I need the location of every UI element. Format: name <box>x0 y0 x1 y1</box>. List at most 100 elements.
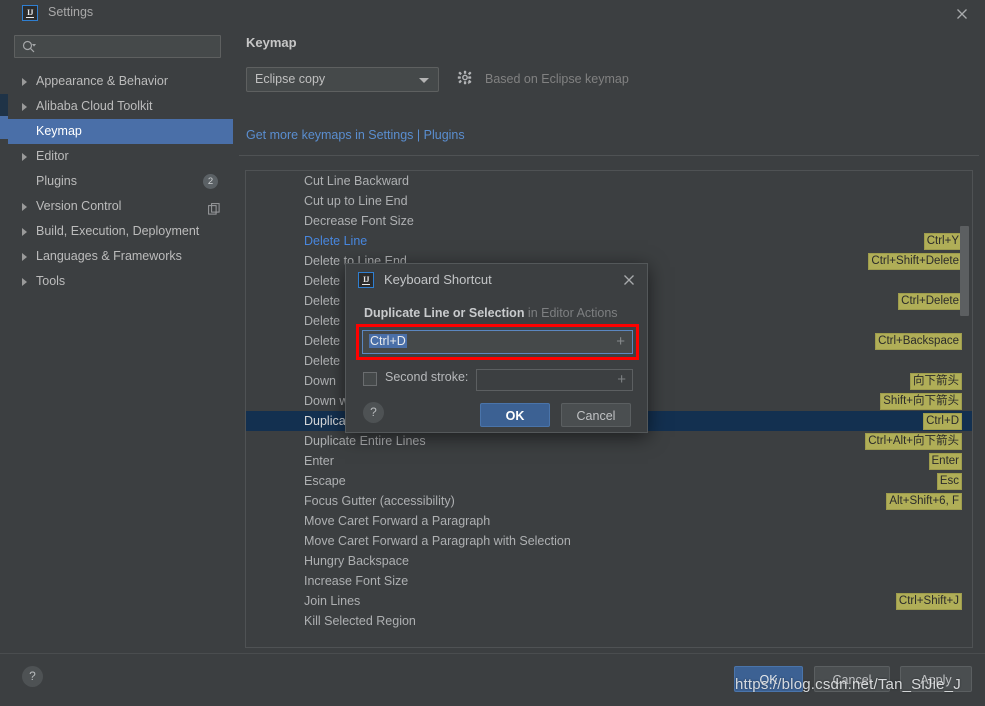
sidebar-item-label: Plugins <box>36 174 77 188</box>
chevron-right-icon <box>22 103 27 111</box>
sidebar-item-alibaba-cloud-toolkit[interactable]: Alibaba Cloud Toolkit <box>8 94 233 119</box>
table-row[interactable]: Join Lines Ctrl+Shift+J <box>246 591 972 611</box>
sidebar-item-plugins[interactable]: Plugins 2 <box>8 169 233 194</box>
add-stroke-icon[interactable]: + <box>616 333 625 350</box>
page-title: Keymap <box>246 35 297 50</box>
table-row[interactable]: Duplicate Entire Lines Ctrl+Alt+向下箭头 <box>246 431 972 451</box>
dialog-subject: Duplicate Line or Selection in Editor Ac… <box>364 306 618 320</box>
chevron-right-icon <box>22 153 27 161</box>
close-icon[interactable] <box>952 4 972 24</box>
chevron-right-icon <box>22 228 27 236</box>
dialog-ok-button[interactable]: OK <box>480 403 550 427</box>
shortcut-badge: Ctrl+D <box>923 413 962 430</box>
action-name: Cut Line Backward <box>304 174 409 188</box>
based-on-label: Based on Eclipse keymap <box>485 72 629 86</box>
section-divider <box>239 155 979 156</box>
table-row[interactable]: Focus Gutter (accessibility) Alt+Shift+6,… <box>246 491 972 511</box>
action-name: Delete <box>304 294 341 308</box>
action-name: Down <box>304 374 336 388</box>
chevron-down-icon <box>419 78 429 83</box>
sidebar-item-editor[interactable]: Editor <box>8 144 233 169</box>
action-name: Delete <box>304 274 341 288</box>
help-button[interactable]: ? <box>22 666 43 687</box>
action-name: Increase Font Size <box>304 574 409 588</box>
sidebar-item-keymap[interactable]: Keymap <box>8 119 233 144</box>
table-row[interactable]: Kill Selected Region <box>246 611 972 631</box>
sidebar-search-input[interactable] <box>14 35 221 58</box>
sidebar-item-languages-frameworks[interactable]: Languages & Frameworks <box>8 244 233 269</box>
shortcut-badge: Ctrl+Alt+向下箭头 <box>865 433 962 450</box>
keymap-select[interactable]: Eclipse copy <box>246 67 439 92</box>
left-edge-strip-selected <box>0 116 8 139</box>
table-row[interactable]: Increase Font Size <box>246 571 972 591</box>
cancel-button[interactable]: Cancel <box>814 666 890 692</box>
action-name: Join Lines <box>304 594 361 608</box>
action-name: Focus Gutter (accessibility) <box>304 494 455 508</box>
intellij-logo-icon: IJ <box>358 272 374 288</box>
settings-sidebar: Appearance & Behavior Alibaba Cloud Tool… <box>8 27 233 653</box>
window-title: Settings <box>48 5 94 19</box>
dialog-footer: ? OK Cancel Apply <box>0 653 985 706</box>
shortcut-badge: Ctrl+Shift+J <box>895 593 962 610</box>
sidebar-item-appearance-behavior[interactable]: Appearance & Behavior <box>8 69 233 94</box>
action-name: Decrease Font Size <box>304 214 414 228</box>
chevron-right-icon <box>22 78 27 86</box>
second-stroke-input[interactable]: + <box>476 369 633 391</box>
chevron-right-icon <box>22 253 27 261</box>
sidebar-item-label: Keymap <box>36 124 82 138</box>
shortcut-badge: Ctrl+Shift+Delete <box>868 253 962 270</box>
table-row[interactable]: Decrease Font Size <box>246 211 972 231</box>
action-name: Move Caret Forward a Paragraph <box>304 514 491 528</box>
action-name: Move Caret Forward a Paragraph with Sele… <box>304 534 571 548</box>
shortcut-badge: Shift+向下箭头 <box>880 393 962 410</box>
second-stroke-row: Second stroke: + <box>363 369 633 391</box>
shortcut-badge: Alt+Shift+6, F <box>886 493 962 510</box>
dialog-cancel-button[interactable]: Cancel <box>561 403 631 427</box>
first-stroke-value: Ctrl+D <box>369 334 407 348</box>
gear-icon[interactable] <box>457 70 474 90</box>
get-more-keymaps-link[interactable]: Get more keymaps in Settings | Plugins <box>246 128 465 142</box>
action-name: Kill Selected Region <box>304 614 416 628</box>
apply-button[interactable]: Apply <box>900 666 972 692</box>
keymap-select-value: Eclipse copy <box>255 72 326 86</box>
shortcut-badge: Ctrl+Delete <box>898 293 962 310</box>
chevron-right-icon <box>22 278 27 286</box>
action-name: Hungry Backspace <box>304 554 409 568</box>
sidebar-item-build-execution-deployment[interactable]: Build, Execution, Deployment <box>8 219 233 244</box>
table-row[interactable]: Enter Enter <box>246 451 972 471</box>
chevron-right-icon <box>22 203 27 211</box>
dialog-help-button[interactable]: ? <box>363 402 384 423</box>
action-name: Delete <box>304 314 341 328</box>
sidebar-item-label: Languages & Frameworks <box>36 249 182 263</box>
table-row[interactable]: Hungry Backspace <box>246 551 972 571</box>
table-row[interactable]: Move Caret Forward a Paragraph with Sele… <box>246 531 972 551</box>
action-name: Cut up to Line End <box>304 194 408 208</box>
window-titlebar: IJ Settings <box>0 0 985 27</box>
dialog-subject-action: Duplicate Line or Selection <box>364 306 525 320</box>
second-stroke-label: Second stroke: <box>385 370 469 384</box>
first-stroke-input[interactable]: Ctrl+D + <box>362 330 633 354</box>
ok-button[interactable]: OK <box>734 666 803 692</box>
table-row[interactable]: Cut Line Backward <box>246 171 972 191</box>
shortcut-badge: Enter <box>928 453 962 470</box>
table-row[interactable]: Delete Line Ctrl+Y <box>246 231 972 251</box>
list-vertical-scrollbar[interactable] <box>960 226 969 316</box>
sidebar-item-tools[interactable]: Tools <box>8 269 233 294</box>
dialog-title: Keyboard Shortcut <box>384 272 492 287</box>
sidebar-item-label: Editor <box>36 149 69 163</box>
action-name: Down w <box>304 394 349 408</box>
table-row[interactable]: Move Caret Forward a Paragraph <box>246 511 972 531</box>
table-row[interactable]: Cut up to Line End <box>246 191 972 211</box>
table-row[interactable]: Escape Esc <box>246 471 972 491</box>
search-icon <box>22 40 36 57</box>
shortcut-badge: Ctrl+Backspace <box>875 333 962 350</box>
keyboard-shortcut-dialog: IJ Keyboard Shortcut Duplicate Line or S… <box>345 263 648 433</box>
action-name: Delete <box>304 354 341 368</box>
add-second-stroke-icon[interactable]: + <box>617 371 626 388</box>
second-stroke-checkbox[interactable] <box>363 372 377 386</box>
action-name: Enter <box>304 454 334 468</box>
left-edge-strip-dark <box>0 94 8 116</box>
close-icon[interactable] <box>620 271 638 289</box>
sidebar-item-label: Tools <box>36 274 66 288</box>
sidebar-item-version-control[interactable]: Version Control <box>8 194 233 219</box>
